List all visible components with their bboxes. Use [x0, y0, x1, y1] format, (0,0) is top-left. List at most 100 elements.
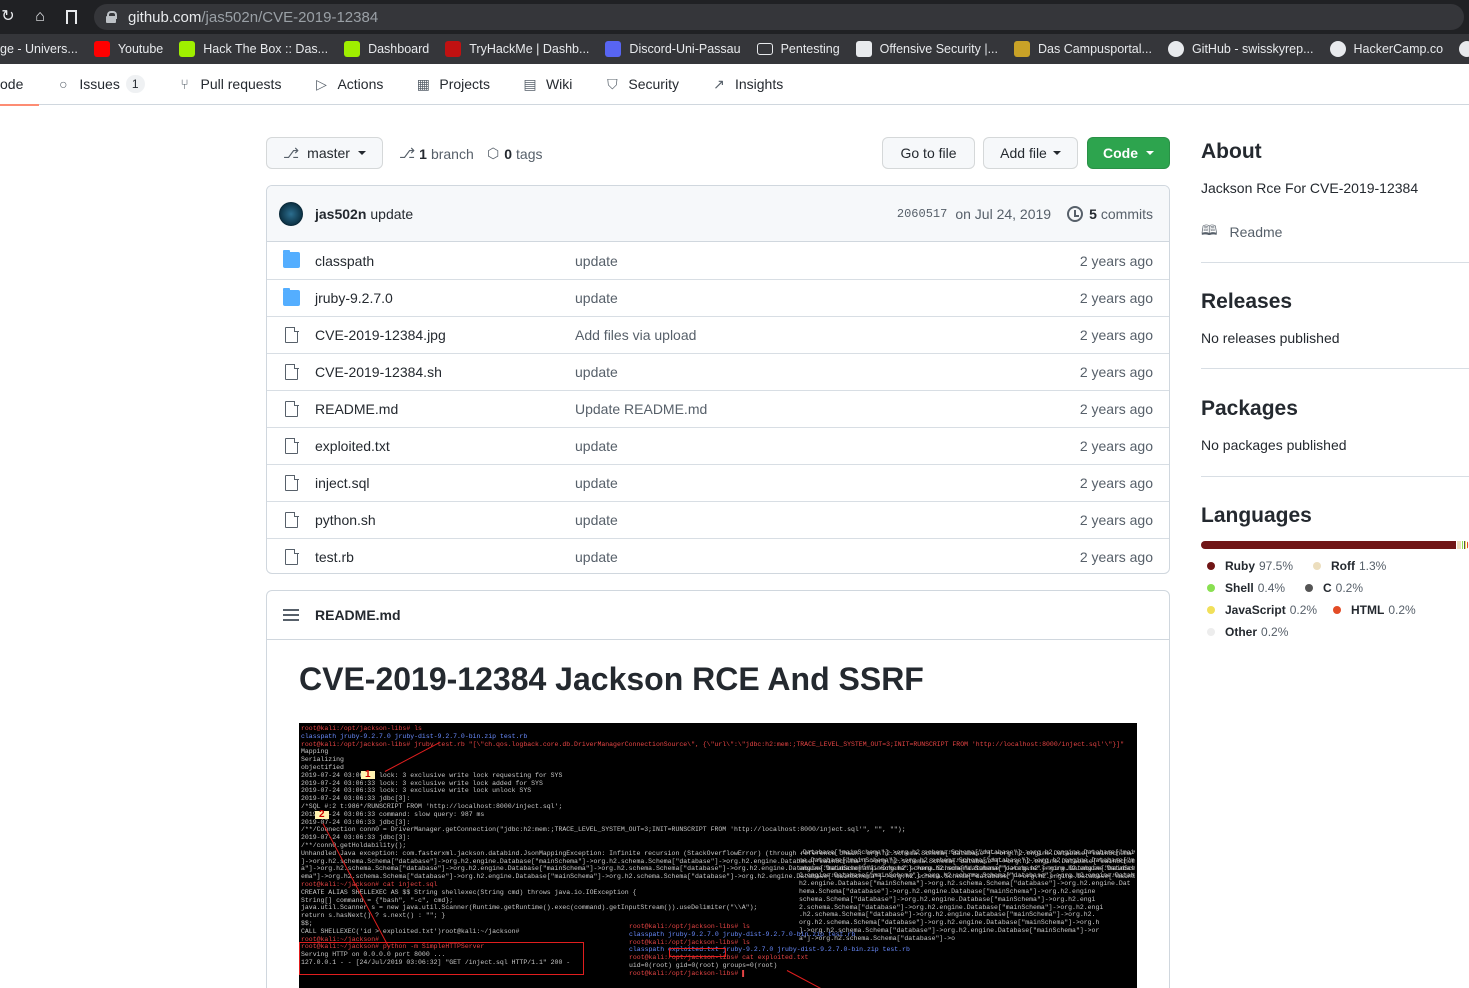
file-commit-message[interactable]: Add files via upload [575, 327, 696, 343]
address-bar[interactable]: github.com/jas502n/CVE-2019-12384 [94, 4, 1464, 30]
file-row[interactable]: exploited.txt update 2 years ago [267, 427, 1169, 464]
terminal-line: /**/Connection conn0 = DriverManager.get… [301, 826, 906, 834]
branch-label: branch [430, 145, 474, 162]
commit-count[interactable]: 5 [1089, 206, 1097, 222]
tab-wiki[interactable]: ▤ Wiki [506, 64, 588, 105]
file-age: 2 years ago [1079, 290, 1153, 306]
bookmark-star-icon[interactable] [66, 10, 77, 24]
language-item[interactable]: HTML 0.2% [1333, 603, 1416, 617]
bookmark-item[interactable]: OSCP/Win [1451, 34, 1469, 64]
file-commit-message[interactable]: update [575, 253, 618, 269]
list-icon[interactable] [283, 609, 299, 621]
file-name[interactable]: classpath [315, 253, 374, 269]
commit-sha[interactable]: 2060517 [897, 207, 947, 221]
bookmark-item[interactable]: Hack The Box :: Das... [171, 34, 336, 64]
language-item[interactable]: Roff 1.3% [1313, 559, 1386, 573]
language-item[interactable]: Shell 0.4% [1207, 581, 1285, 595]
bookmark-item[interactable]: TryHackMe | Dashb... [437, 34, 597, 64]
file-name[interactable]: exploited.txt [315, 438, 390, 454]
bookmark-item[interactable]: Pentesting [749, 34, 848, 64]
step-marker-1: 1 [361, 770, 375, 779]
divider [1201, 476, 1469, 477]
file-commit-message[interactable]: Update README.md [575, 401, 707, 417]
language-name: C [1323, 581, 1332, 595]
terminal-line: 2.schema.Schema["database"]->org.h2.engi… [799, 903, 1104, 911]
commit-message[interactable]: update [370, 206, 413, 222]
file-row[interactable]: CVE-2019-12384.jpg Add files via upload 2 … [267, 316, 1169, 353]
file-name[interactable]: README.md [315, 401, 398, 417]
bookmark-item[interactable]: Dashboard [336, 34, 437, 64]
bookmark-label: Offensive Security |... [879, 42, 998, 56]
tab-pull-requests[interactable]: ⑂ Pull requests [161, 64, 298, 105]
file-icon [285, 400, 299, 417]
avatar[interactable] [279, 201, 303, 226]
file-name[interactable]: python.sh [315, 512, 376, 528]
file-row[interactable]: README.md Update README.md 2 years ago [267, 390, 1169, 427]
bookmark-item[interactable]: GitHub - swisskyrep... [1160, 34, 1322, 64]
bookmark-item[interactable]: Offensive Security |... [848, 34, 1006, 64]
add-file-button[interactable]: Add file [983, 137, 1078, 169]
readme-link-label: Readme [1229, 224, 1283, 240]
tab-security[interactable]: ⛉ Security [588, 64, 695, 105]
file-commit-message[interactable]: update [575, 512, 618, 528]
tags-link[interactable]: ⬡ 0 tags [487, 145, 543, 162]
bookmark-item[interactable]: HackerCamp.co [1322, 34, 1452, 64]
language-item[interactable]: Other 0.2% [1207, 625, 1288, 639]
terminal-line: 2019-07-24 03:06:33 jdbc[3]: [301, 834, 411, 842]
home-icon[interactable]: ⌂ [32, 9, 48, 25]
file-row[interactable]: classpath update 2 years ago [267, 242, 1169, 279]
file-name[interactable]: CVE-2019-12384.jpg [315, 327, 446, 343]
bookmark-item[interactable]: Youtube [86, 34, 171, 64]
chevron-down-icon [357, 151, 366, 155]
tab-issues[interactable]: ○ Issues 1 [39, 64, 160, 105]
divider [1201, 262, 1469, 263]
file-row[interactable]: jruby-9.2.7.0 update 2 years ago [267, 279, 1169, 316]
bookmark-item[interactable]: ge - Univers... [0, 34, 86, 64]
file-commit-message[interactable]: update [575, 290, 618, 306]
file-commit-message[interactable]: update [575, 438, 618, 454]
file-row[interactable]: inject.sql update 2 years ago [267, 464, 1169, 501]
tab-insights[interactable]: ↗ Insights [695, 64, 799, 105]
language-dot-icon [1305, 584, 1313, 592]
language-bar-segment [1465, 541, 1466, 549]
language-name: Other [1225, 625, 1258, 639]
code-button[interactable]: Code [1087, 137, 1170, 169]
releases-title[interactable]: Releases [1201, 290, 1292, 314]
language-item[interactable]: Ruby 97.5% [1207, 559, 1293, 573]
tab-projects[interactable]: ▦ Projects [399, 64, 506, 105]
terminal-line: objectified [301, 763, 344, 771]
file-name[interactable]: CVE-2019-12384.sh [315, 364, 442, 380]
language-item[interactable]: C 0.2% [1305, 581, 1363, 595]
commit-count-label[interactable]: commits [1101, 206, 1153, 222]
file-commit-message[interactable]: update [575, 364, 618, 380]
go-to-file-button[interactable]: Go to file [882, 137, 975, 169]
reload-icon[interactable]: ↻ [0, 9, 16, 25]
branch-select-button[interactable]: ⎇ master [266, 137, 383, 169]
shield-icon: ⛉ [607, 76, 618, 92]
terminal-line: h2.engine.Database["mainSchema"]->org.h2… [799, 880, 1131, 888]
file-icon [285, 511, 299, 528]
commit-author[interactable]: jas502n [315, 206, 366, 222]
branch-icon: ⎇ [283, 144, 300, 161]
chevron-down-icon [1146, 151, 1154, 155]
file-name[interactable]: test.rb [315, 549, 354, 565]
language-item[interactable]: JavaScript 0.2% [1207, 603, 1317, 617]
hackthebox-icon [344, 41, 361, 57]
bookmark-item[interactable]: Das Campusportal... [1006, 34, 1160, 64]
file-row[interactable]: test.rb update 2 years ago [267, 538, 1169, 573]
file-name[interactable]: jruby-9.2.7.0 [315, 290, 393, 306]
bookmark-item[interactable]: Discord-Uni-Passau [597, 34, 748, 64]
file-commit-message[interactable]: update [575, 475, 618, 491]
branches-link[interactable]: ⎇ 1 branch [399, 145, 474, 162]
packages-title[interactable]: Packages [1201, 397, 1298, 421]
language-dot-icon [1207, 562, 1215, 570]
bookmark-label: Pentesting [780, 42, 840, 56]
file-rows: classpath update 2 years ago jruby-9.2.7.0 u… [267, 242, 1169, 573]
readme-link[interactable]: 🕮 Readme [1201, 220, 1282, 244]
file-row[interactable]: python.sh update 2 years ago [267, 501, 1169, 538]
tab-ode[interactable]: ode [0, 64, 40, 106]
file-name[interactable]: inject.sql [315, 475, 369, 491]
tab-actions[interactable]: ▷ Actions [297, 64, 399, 105]
file-commit-message[interactable]: update [575, 549, 618, 565]
file-row[interactable]: CVE-2019-12384.sh update 2 years ago [267, 353, 1169, 390]
